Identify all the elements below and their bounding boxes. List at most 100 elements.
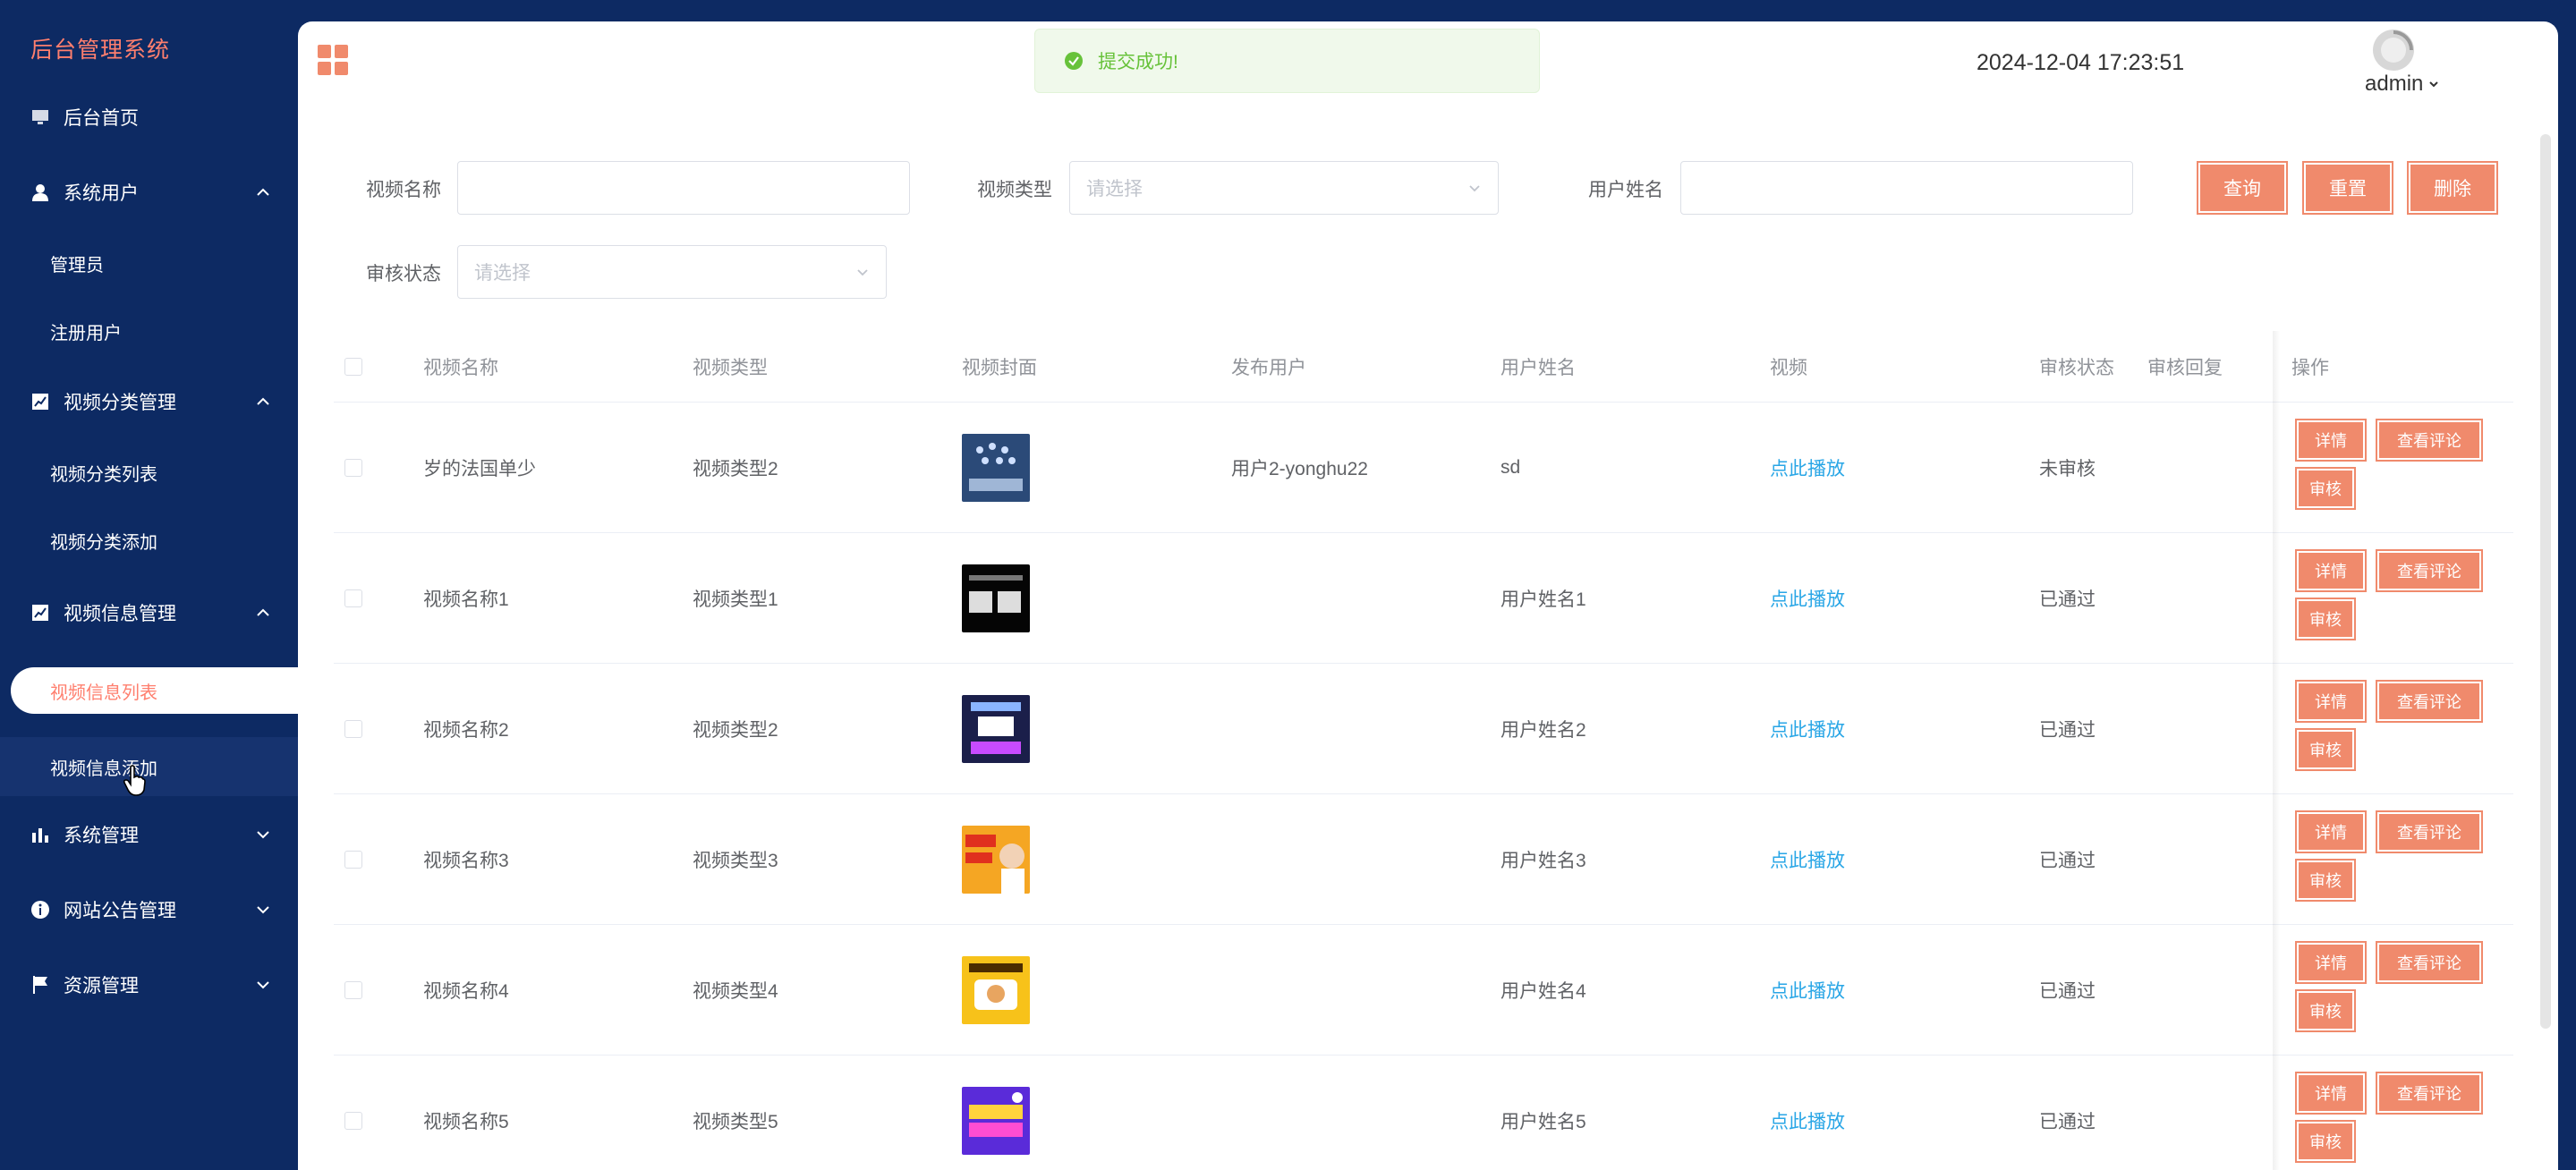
sidebar-subitem-category-list[interactable]: 视频分类列表 [0, 445, 298, 499]
video-type-select[interactable]: 请选择 [1069, 161, 1499, 215]
play-video-link[interactable]: 点此播放 [1770, 794, 1845, 925]
audit-button[interactable]: 审核 [2295, 728, 2356, 771]
brand-title: 后台管理系统 [30, 38, 171, 63]
user-name-input[interactable] [1680, 161, 2133, 215]
row-checkbox[interactable] [344, 459, 362, 477]
sidebar: 后台管理系统 后台首页 系统用户 管理员 注册用户 视频分类管理 视频分类列表 … [0, 0, 298, 1170]
table-row: 视频名称3 视频类型3 用户姓名3 点此播放 已通过 详情 查看评论 审核 [334, 794, 2513, 925]
cell-video-cover [962, 533, 1030, 664]
video-name-input[interactable] [457, 161, 910, 215]
audit-status-select[interactable]: 请选择 [457, 245, 887, 299]
cell-audit-status: 已通过 [2039, 981, 2096, 1002]
row-select-cell[interactable] [344, 533, 362, 664]
sidebar-subitem-video-add[interactable]: 视频信息添加 [0, 737, 298, 796]
grid-menu-icon[interactable] [318, 45, 348, 75]
cell-user-name: 用户姓名2 [1501, 720, 1586, 741]
row-checkbox[interactable] [344, 589, 362, 607]
row-select-cell[interactable] [344, 1056, 362, 1170]
view-comments-button[interactable]: 查看评论 [2376, 549, 2483, 592]
vertical-scrollbar[interactable] [2540, 134, 2551, 1029]
play-video-link[interactable]: 点此播放 [1770, 925, 1845, 1056]
monitor-icon [30, 106, 51, 128]
sidebar-item-label: 资源管理 [64, 976, 139, 996]
sidebar-item-home[interactable]: 后台首页 [0, 86, 298, 148]
video-cover-image [962, 956, 1030, 1024]
cell-video-name: 视频名称3 [423, 851, 509, 871]
avatar[interactable] [2372, 29, 2415, 72]
sidebar-item-video-info[interactable]: 视频信息管理 [0, 581, 298, 644]
audit-button[interactable]: 审核 [2295, 467, 2356, 510]
col-audit-status: 审核状态 [2039, 358, 2114, 378]
cell-video-type: 视频类型2 [693, 720, 778, 741]
query-button[interactable]: 查询 [2197, 161, 2288, 215]
flag-icon [30, 974, 51, 996]
cell-video-name: 岁的法国单少 [423, 459, 536, 479]
toast-message: 提交成功! [1098, 52, 1178, 72]
audit-button[interactable]: 审核 [2295, 598, 2356, 640]
chevron-down-icon [257, 831, 269, 839]
col-video: 视频 [1770, 358, 1807, 378]
view-comments-button[interactable]: 查看评论 [2376, 941, 2483, 984]
row-checkbox[interactable] [344, 720, 362, 738]
row-select-cell[interactable] [344, 925, 362, 1056]
view-comments-button[interactable]: 查看评论 [2376, 419, 2483, 462]
chevron-up-icon [257, 608, 269, 616]
caret-down-icon [2429, 81, 2439, 88]
play-video-link[interactable]: 点此播放 [1770, 664, 1845, 794]
row-select-cell[interactable] [344, 403, 362, 533]
cell-video-name: 视频名称1 [423, 589, 509, 610]
current-datetime: 2024-12-04 17:23:51 [1977, 50, 2185, 75]
sidebar-item-system-management[interactable]: 系统管理 [0, 803, 298, 866]
detail-button[interactable]: 详情 [2295, 419, 2367, 462]
cell-user-name: 用户姓名3 [1501, 851, 1586, 871]
row-select-cell[interactable] [344, 664, 362, 794]
cell-video-type: 视频类型1 [693, 589, 778, 610]
sidebar-item-system-users[interactable]: 系统用户 [0, 161, 298, 224]
sidebar-item-label: 网站公告管理 [64, 901, 176, 921]
col-publisher: 发布用户 [1231, 358, 1306, 378]
sidebar-subitem-video-list[interactable]: 视频信息列表 [11, 667, 298, 714]
detail-button[interactable]: 详情 [2295, 941, 2367, 984]
sidebar-item-resources[interactable]: 资源管理 [0, 954, 298, 1016]
sidebar-subitem-registered-users[interactable]: 注册用户 [0, 304, 298, 358]
detail-button[interactable]: 详情 [2295, 549, 2367, 592]
sidebar-item-label: 后台首页 [64, 108, 139, 129]
view-comments-button[interactable]: 查看评论 [2376, 680, 2483, 723]
audit-button[interactable]: 审核 [2295, 1120, 2356, 1163]
detail-button[interactable]: 详情 [2295, 1072, 2367, 1115]
detail-button[interactable]: 详情 [2295, 810, 2367, 853]
play-video-link[interactable]: 点此播放 [1770, 533, 1845, 664]
user-name-label: 用户姓名 [1588, 180, 1663, 200]
user-icon [30, 182, 51, 203]
bar-chart-icon [30, 824, 51, 845]
sidebar-subitem-admin[interactable]: 管理员 [0, 236, 298, 290]
col-audit-reply: 审核回复 [2147, 358, 2223, 378]
reset-button[interactable]: 重置 [2302, 161, 2393, 215]
view-comments-button[interactable]: 查看评论 [2376, 810, 2483, 853]
view-comments-button[interactable]: 查看评论 [2376, 1072, 2483, 1115]
select-all-checkbox[interactable] [344, 358, 362, 376]
table-row: 视频名称2 视频类型2 用户姓名2 点此播放 已通过 详情 查看评论 审核 [334, 664, 2513, 794]
chart-line-icon [30, 602, 51, 623]
row-checkbox[interactable] [344, 851, 362, 869]
sidebar-item-video-category[interactable]: 视频分类管理 [0, 370, 298, 433]
select-all-cell[interactable] [344, 331, 362, 403]
sidebar-item-announcements[interactable]: 网站公告管理 [0, 878, 298, 941]
hand-pointer-icon [123, 765, 146, 796]
row-select-cell[interactable] [344, 794, 362, 925]
sidebar-subitem-category-add[interactable]: 视频分类添加 [0, 513, 298, 567]
play-video-link[interactable]: 点此播放 [1770, 1056, 1845, 1170]
row-checkbox[interactable] [344, 1112, 362, 1130]
play-video-link[interactable]: 点此播放 [1770, 403, 1845, 533]
row-checkbox[interactable] [344, 981, 362, 999]
cell-video-cover [962, 925, 1030, 1056]
audit-button[interactable]: 审核 [2295, 859, 2356, 902]
select-placeholder: 请选择 [1086, 179, 1143, 199]
video-type-label: 视频类型 [977, 180, 1052, 200]
cell-audit-status: 已通过 [2039, 589, 2096, 610]
detail-button[interactable]: 详情 [2295, 680, 2367, 723]
delete-button[interactable]: 删除 [2407, 161, 2498, 215]
info-icon [30, 899, 51, 920]
audit-button[interactable]: 审核 [2295, 989, 2356, 1032]
user-menu[interactable]: admin [2365, 72, 2439, 97]
